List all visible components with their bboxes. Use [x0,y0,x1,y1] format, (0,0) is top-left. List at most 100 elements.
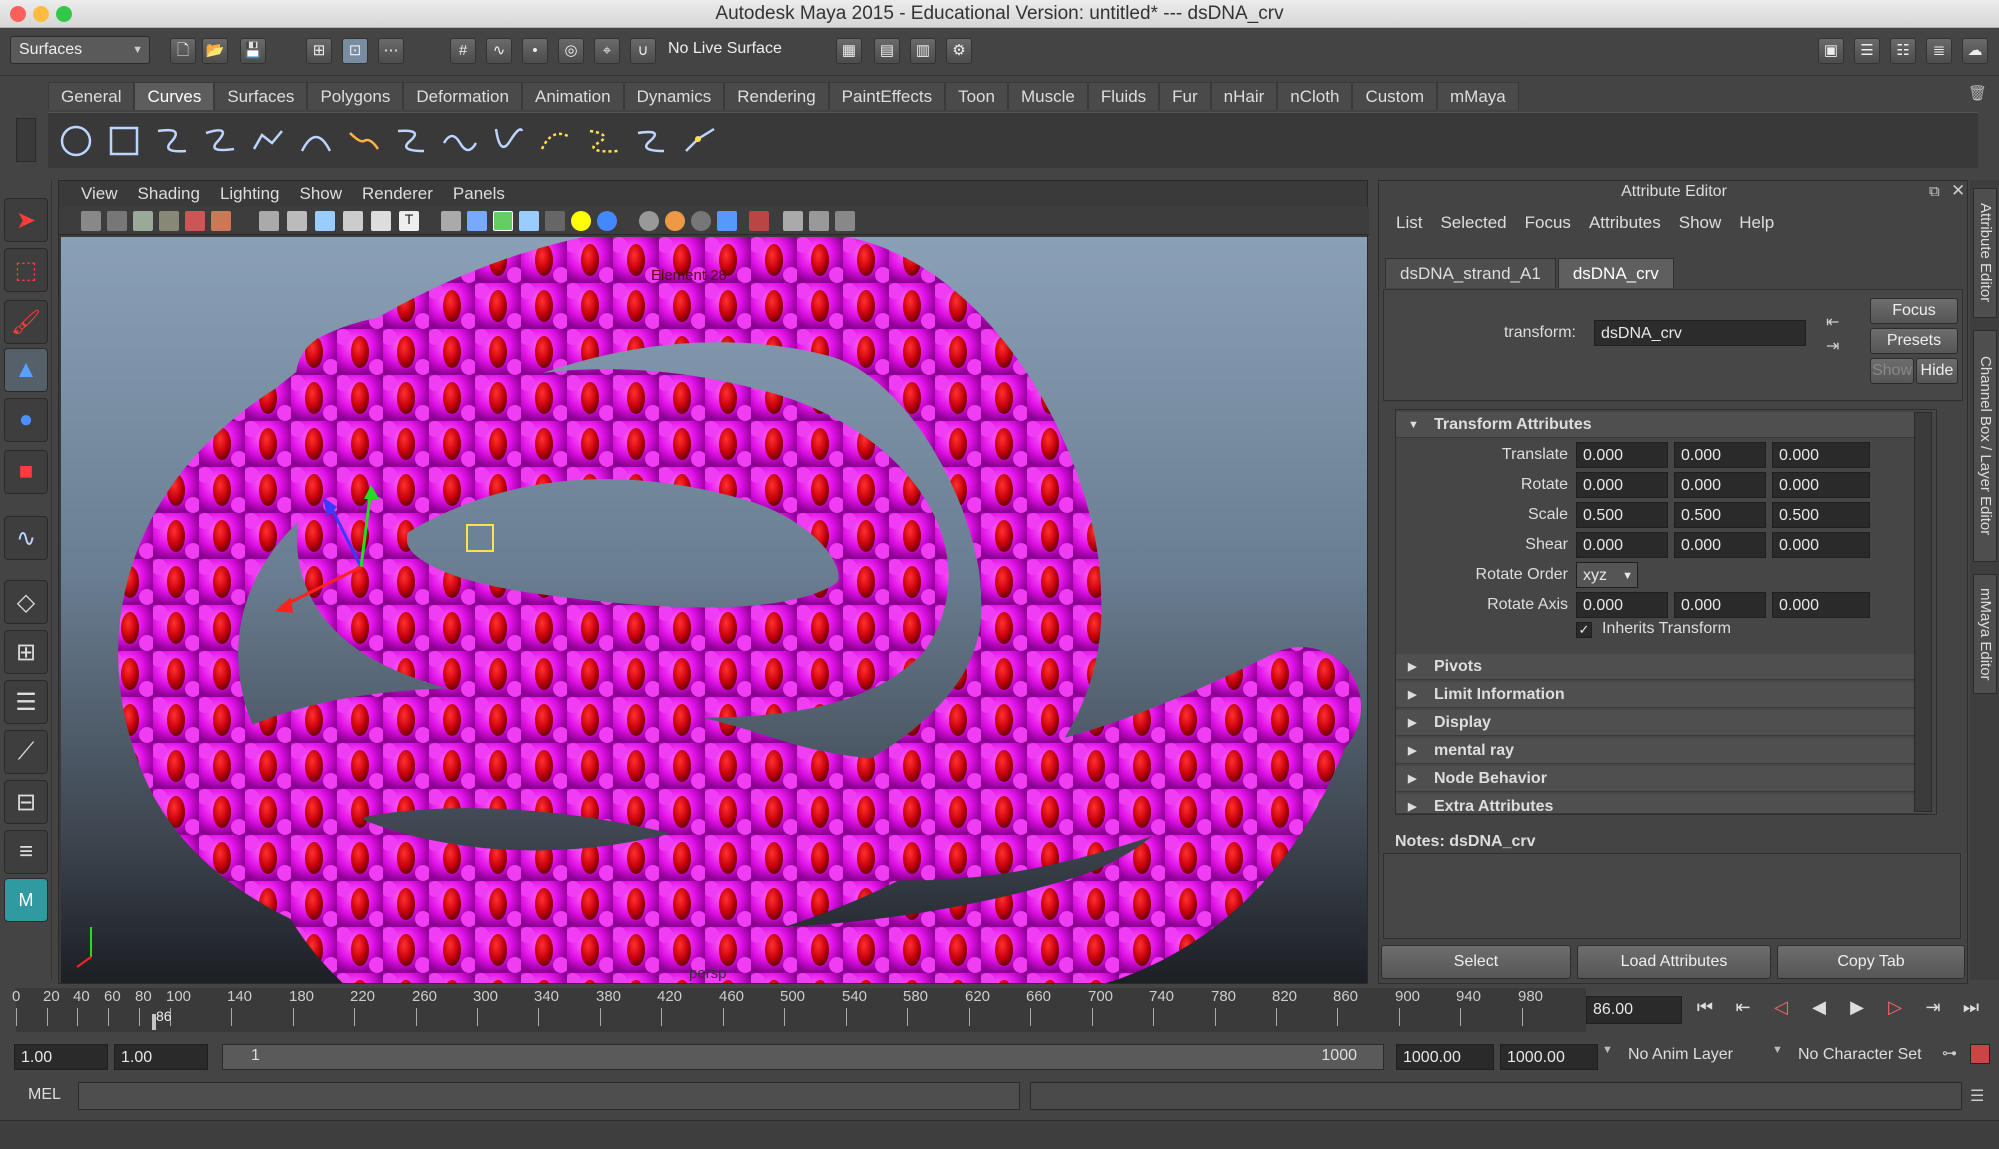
shelf-tab-surfaces[interactable]: Surfaces [214,82,308,110]
wireframe-icon[interactable] [441,211,461,231]
scale-y-field[interactable]: 0.500 [1674,502,1766,528]
playback-start-field[interactable]: 1.00 [114,1044,208,1070]
cv-curve-icon[interactable] [154,123,190,159]
tab-dsdna-crv[interactable]: dsDNA_crv [1557,258,1674,288]
grid-toggle-icon[interactable] [259,211,279,231]
render-view-icon[interactable]: ▦ [836,38,862,64]
snap-curve-icon[interactable]: ∿ [486,38,512,64]
camera-lock-icon[interactable] [107,211,127,231]
ae-menu-attributes[interactable]: Attributes [1580,209,1670,237]
extend-curve-icon[interactable] [490,123,526,159]
shelf-tab-mmaya[interactable]: mMaya [1437,82,1519,110]
animation-start-field[interactable]: 1.00 [14,1044,108,1070]
minimize-window-icon[interactable] [33,6,49,22]
shear-z-field[interactable]: 0.000 [1772,532,1870,558]
select-button[interactable]: Select [1381,945,1571,979]
screen-space-ao-icon[interactable] [639,211,659,231]
shelf-menu-handle[interactable] [16,118,36,162]
go-to-output-icon[interactable]: ⇥ [1826,336,1839,356]
close-panel-icon[interactable]: ✕ [1951,181,1965,201]
shelf-tab-toon[interactable]: Toon [945,82,1008,110]
nurbs-circle-icon[interactable] [58,123,94,159]
rebuild-curve-icon[interactable] [586,123,622,159]
go-to-input-icon[interactable]: ⇤ [1826,312,1839,332]
field-chart-icon[interactable] [343,211,363,231]
shelf-tab-rendering[interactable]: Rendering [724,82,829,110]
viewport-menu-shading[interactable]: Shading [128,181,210,207]
play-backwards-icon[interactable]: ◀ [1804,992,1834,1022]
anti-aliasing-icon[interactable] [691,211,711,231]
key-icon[interactable]: ⊶ [1942,1044,1957,1062]
xray-active-icon[interactable] [809,211,829,231]
section-transform-attributes[interactable]: ▼ Transform Attributes [1396,412,1926,438]
resolution-gate-icon[interactable] [287,211,307,231]
shelf-tab-general[interactable]: General [48,82,135,110]
step-back-frame-icon[interactable]: ◁ [1766,992,1796,1022]
animation-end-field[interactable]: 1000.00 [1500,1044,1598,1070]
viewport-menu-show[interactable]: Show [290,181,353,207]
go-to-start-icon[interactable]: ⏮ [1690,992,1720,1022]
select-hierarchy-icon[interactable]: ⊞ [306,38,332,64]
step-forward-key-icon[interactable]: ⇥ [1918,992,1948,1022]
shelf-tab-fur[interactable]: Fur [1159,82,1211,110]
viewport-menu-lighting[interactable]: Lighting [210,181,290,207]
gate-mask-icon[interactable] [315,211,335,231]
rotate-axis-z-field[interactable]: 0.000 [1772,592,1870,618]
image-plane-icon[interactable] [159,211,179,231]
new-scene-icon[interactable]: 🗋 [170,38,196,64]
render-settings-icon[interactable]: ⚙ [946,38,972,64]
ae-menu-focus[interactable]: Focus [1516,209,1580,237]
textured-icon[interactable] [545,211,565,231]
outliner-layout-icon[interactable]: ☰ [4,680,48,724]
xray-icon[interactable] [519,211,539,231]
layout-icon[interactable]: ▣ [1818,38,1844,64]
pencil-curve-icon[interactable] [250,123,286,159]
ae-menu-selected[interactable]: Selected [1431,209,1515,237]
load-attributes-button[interactable]: Load Attributes [1577,945,1771,979]
render-current-icon[interactable]: ▤ [874,38,900,64]
scale-x-field[interactable]: 0.500 [1576,502,1668,528]
select-component-icon[interactable]: ⋯ [378,38,404,64]
ae-menu-show[interactable]: Show [1670,209,1731,237]
current-frame-field[interactable]: 86.00 [1586,996,1682,1024]
shear-y-field[interactable]: 0.000 [1674,532,1766,558]
hypershade-layout-icon[interactable]: ⊟ [4,780,48,824]
shelf-tab-polygons[interactable]: Polygons [307,82,404,110]
attributes-scrollbar[interactable] [1914,412,1932,812]
playback-end-field[interactable]: 1000.00 [1396,1044,1494,1070]
rotate-x-field[interactable]: 0.000 [1576,472,1668,498]
play-forwards-icon[interactable]: ▶ [1842,992,1872,1022]
scale-tool-icon[interactable]: ■ [4,450,48,494]
attribute-editor-toggle-icon[interactable]: ☰ [1854,38,1880,64]
anim-layer-dropdown[interactable]: No Anim Layer [1628,1046,1733,1064]
ipr-render-icon[interactable]: ▥ [910,38,936,64]
open-scene-icon[interactable]: 📂 [202,38,228,64]
translate-y-field[interactable]: 0.000 [1674,442,1766,468]
rotate-axis-x-field[interactable]: 0.000 [1576,592,1668,618]
save-scene-icon[interactable]: 💾 [240,38,266,64]
grease-pencil-icon[interactable] [185,211,205,231]
mel-label[interactable]: MEL [28,1086,61,1104]
show-button[interactable]: Show [1870,358,1914,384]
ep-curve-icon[interactable] [202,123,238,159]
float-panel-icon[interactable]: ⧉ [1929,183,1940,200]
script-editor-layout-icon[interactable]: ≡ [4,830,48,874]
zoom-window-icon[interactable] [56,6,72,22]
xray-joints-icon[interactable] [783,211,803,231]
wireframe-on-shaded-icon[interactable] [493,211,513,231]
camera-attributes-icon[interactable] [81,211,101,231]
range-slider-bar[interactable]: 1 1000 [222,1044,1384,1070]
viewport-menu-panels[interactable]: Panels [443,181,515,207]
menu-set-dropdown[interactable]: Surfaces ▼ [10,36,150,64]
use-all-lights-icon[interactable] [571,211,591,231]
select-tool-icon[interactable]: ➤ [4,198,48,242]
depth-of-field-icon[interactable] [717,211,737,231]
rotate-z-field[interactable]: 0.000 [1772,472,1870,498]
tab-attribute-editor[interactable]: Attribute Editor [1973,188,1997,318]
section-mental-ray[interactable]: ▶ mental ray [1396,738,1926,764]
shadows-icon[interactable] [597,211,617,231]
curve-editing-icon[interactable] [682,123,718,159]
offset-curve-icon[interactable] [538,123,574,159]
time-ruler[interactable]: 0 20 40 60 80 100 140 180 220 260 300 340 380 420 460 5… [12,988,1586,1032]
bookmarks-icon[interactable] [133,211,153,231]
